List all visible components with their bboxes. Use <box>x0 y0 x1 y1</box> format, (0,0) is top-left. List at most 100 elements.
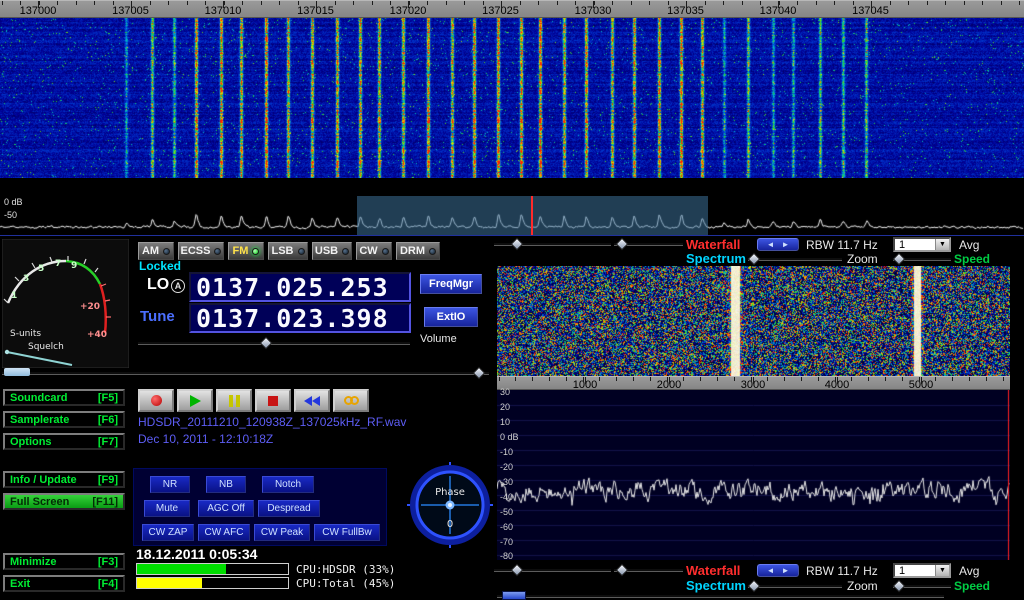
notch-button[interactable]: Notch <box>262 476 314 493</box>
volume-slider[interactable] <box>138 336 410 349</box>
frequency-scale[interactable]: 137000 137005 137010 137015 137020 13702… <box>0 0 1024 18</box>
play-button[interactable] <box>177 389 213 412</box>
options-button[interactable]: Options [F7] <box>3 433 125 450</box>
rf-waterfall-canvas[interactable] <box>497 266 1010 376</box>
rf-brightness-slider-bottom[interactable] <box>494 563 611 577</box>
nb-button[interactable]: NB <box>206 476 246 493</box>
loop-button[interactable] <box>333 389 369 412</box>
lo-frequency-value: 0137.025.253 <box>196 273 389 302</box>
scrollbar-thumb[interactable] <box>502 591 526 600</box>
cpu-total-bar <box>136 577 289 589</box>
rf-pan-scrollbar[interactable] <box>497 591 944 600</box>
slider-thumb[interactable] <box>747 579 760 592</box>
lo-lock-badge[interactable]: A <box>171 279 185 293</box>
datetime-display: 18.12.2011 0:05:34 <box>136 546 257 562</box>
tune-frequency-display[interactable]: 0137.023.398 <box>189 303 411 333</box>
slider-thumb[interactable] <box>511 238 524 251</box>
mode-button-lsb[interactable]: LSB <box>268 242 308 260</box>
button-label: Info / Update <box>10 474 77 486</box>
agc-off-button[interactable]: AGC Off <box>198 500 254 517</box>
stop-button[interactable] <box>255 389 291 412</box>
main-waterfall-canvas[interactable] <box>0 0 1024 178</box>
rf-speed-slider[interactable] <box>893 253 951 265</box>
mode-led-icon <box>163 248 170 255</box>
cw-peak-button[interactable]: CW Peak <box>254 524 310 541</box>
rf-avg-value: 1 <box>899 565 905 577</box>
tune-marker-line[interactable] <box>531 196 533 235</box>
samplerate-button[interactable]: Samplerate [F6] <box>3 411 125 428</box>
mode-label: USB <box>315 245 338 257</box>
lo-label: LO <box>147 276 169 294</box>
scroll-left-icon[interactable]: ◄ <box>767 240 775 249</box>
dsp-label: CW Peak <box>261 527 303 538</box>
slider-thumb[interactable] <box>473 367 486 380</box>
phase-dot-center <box>448 503 452 507</box>
mode-button-drm[interactable]: DRM <box>396 242 440 260</box>
slider-thumb[interactable] <box>747 252 760 265</box>
rf-waterfall-display[interactable] <box>497 266 1010 376</box>
exit-button[interactable]: Exit [F4] <box>3 575 125 592</box>
rf-spectrum-label[interactable]: Spectrum <box>686 251 746 266</box>
info-update-button[interactable]: Info / Update [F9] <box>3 471 125 488</box>
rf-scroll-button[interactable]: ◄ ► <box>757 238 799 251</box>
slider-thumb[interactable] <box>511 564 524 577</box>
dropdown-arrow-icon[interactable]: ▼ <box>935 239 949 250</box>
scroll-right-icon[interactable]: ► <box>782 566 790 575</box>
freqmgr-button[interactable]: FreqMgr <box>420 274 482 294</box>
slider-thumb[interactable] <box>259 336 272 349</box>
rf-frequency-scale[interactable]: 1000 2000 3000 4000 5000 <box>497 376 1010 390</box>
scroll-left-icon[interactable]: ◄ <box>767 566 775 575</box>
rf-brightness-slider[interactable] <box>494 237 611 251</box>
record-icon <box>151 395 162 406</box>
nr-button[interactable]: NR <box>150 476 190 493</box>
stop-icon <box>268 396 278 406</box>
rf-contrast-slider[interactable] <box>614 237 683 251</box>
button-hotkey: [F6] <box>98 414 118 426</box>
rf-db-label: -70 <box>500 537 513 547</box>
main-waterfall-display[interactable] <box>0 0 1024 178</box>
despread-button[interactable]: Despread <box>258 500 320 517</box>
rf-waterfall-label[interactable]: Waterfall <box>686 237 740 252</box>
mode-button-cw[interactable]: CW <box>356 242 392 260</box>
af-tuning-slider[interactable] <box>2 366 489 380</box>
dropdown-arrow-icon[interactable]: ▼ <box>935 565 949 576</box>
mode-button-ecss[interactable]: ECSS <box>178 242 224 260</box>
rewind-icon <box>304 396 320 406</box>
scroll-right-icon[interactable]: ► <box>782 240 790 249</box>
rf-avg-select-bottom[interactable]: 1 ▼ <box>893 563 951 578</box>
mute-button[interactable]: Mute <box>144 500 190 517</box>
soundcard-button[interactable]: Soundcard [F5] <box>3 389 125 406</box>
mode-label: FM <box>233 245 249 257</box>
main-spectrum-display[interactable] <box>0 196 1024 235</box>
slider-thumb[interactable] <box>616 238 629 251</box>
locked-label: Locked <box>139 259 181 273</box>
rf-waterfall-label-bottom[interactable]: Waterfall <box>686 563 740 578</box>
minimize-button[interactable]: Minimize [F3] <box>3 553 125 570</box>
loop-icon <box>344 396 359 405</box>
rf-zoom-slider[interactable] <box>748 252 842 265</box>
rewind-button[interactable] <box>294 389 330 412</box>
squelch-level-indicator[interactable] <box>4 368 30 376</box>
slider-thumb[interactable] <box>892 253 905 266</box>
mode-button-usb[interactable]: USB <box>312 242 352 260</box>
rf-spectrum-canvas[interactable] <box>497 390 1010 560</box>
rf-spectrum-display[interactable] <box>497 390 1010 560</box>
slider-thumb[interactable] <box>616 564 629 577</box>
rf-avg-value: 1 <box>899 239 905 251</box>
mode-label: LSB <box>272 245 294 257</box>
rf-avg-select[interactable]: 1 ▼ <box>893 237 951 252</box>
fullscreen-button[interactable]: Full Screen [F11] <box>3 493 125 510</box>
rf-scroll-button-bottom[interactable]: ◄ ► <box>757 564 799 577</box>
mode-button-am[interactable]: AM <box>138 242 174 260</box>
record-button[interactable] <box>138 389 174 412</box>
mode-button-fm[interactable]: FM <box>228 242 264 260</box>
rf-db-label: 0 dB <box>500 432 519 442</box>
cw-zap-button[interactable]: CW ZAP <box>142 524 194 541</box>
cw-afc-button[interactable]: CW AFC <box>198 524 250 541</box>
rf-contrast-slider-bottom[interactable] <box>614 563 683 577</box>
cw-fullbw-button[interactable]: CW FullBw <box>314 524 380 541</box>
pause-button[interactable] <box>216 389 252 412</box>
rf-avg-label-bottom: Avg <box>959 564 979 578</box>
extio-button[interactable]: ExtIO <box>424 307 478 327</box>
lo-frequency-display[interactable]: 0137.025.253 <box>189 272 411 302</box>
